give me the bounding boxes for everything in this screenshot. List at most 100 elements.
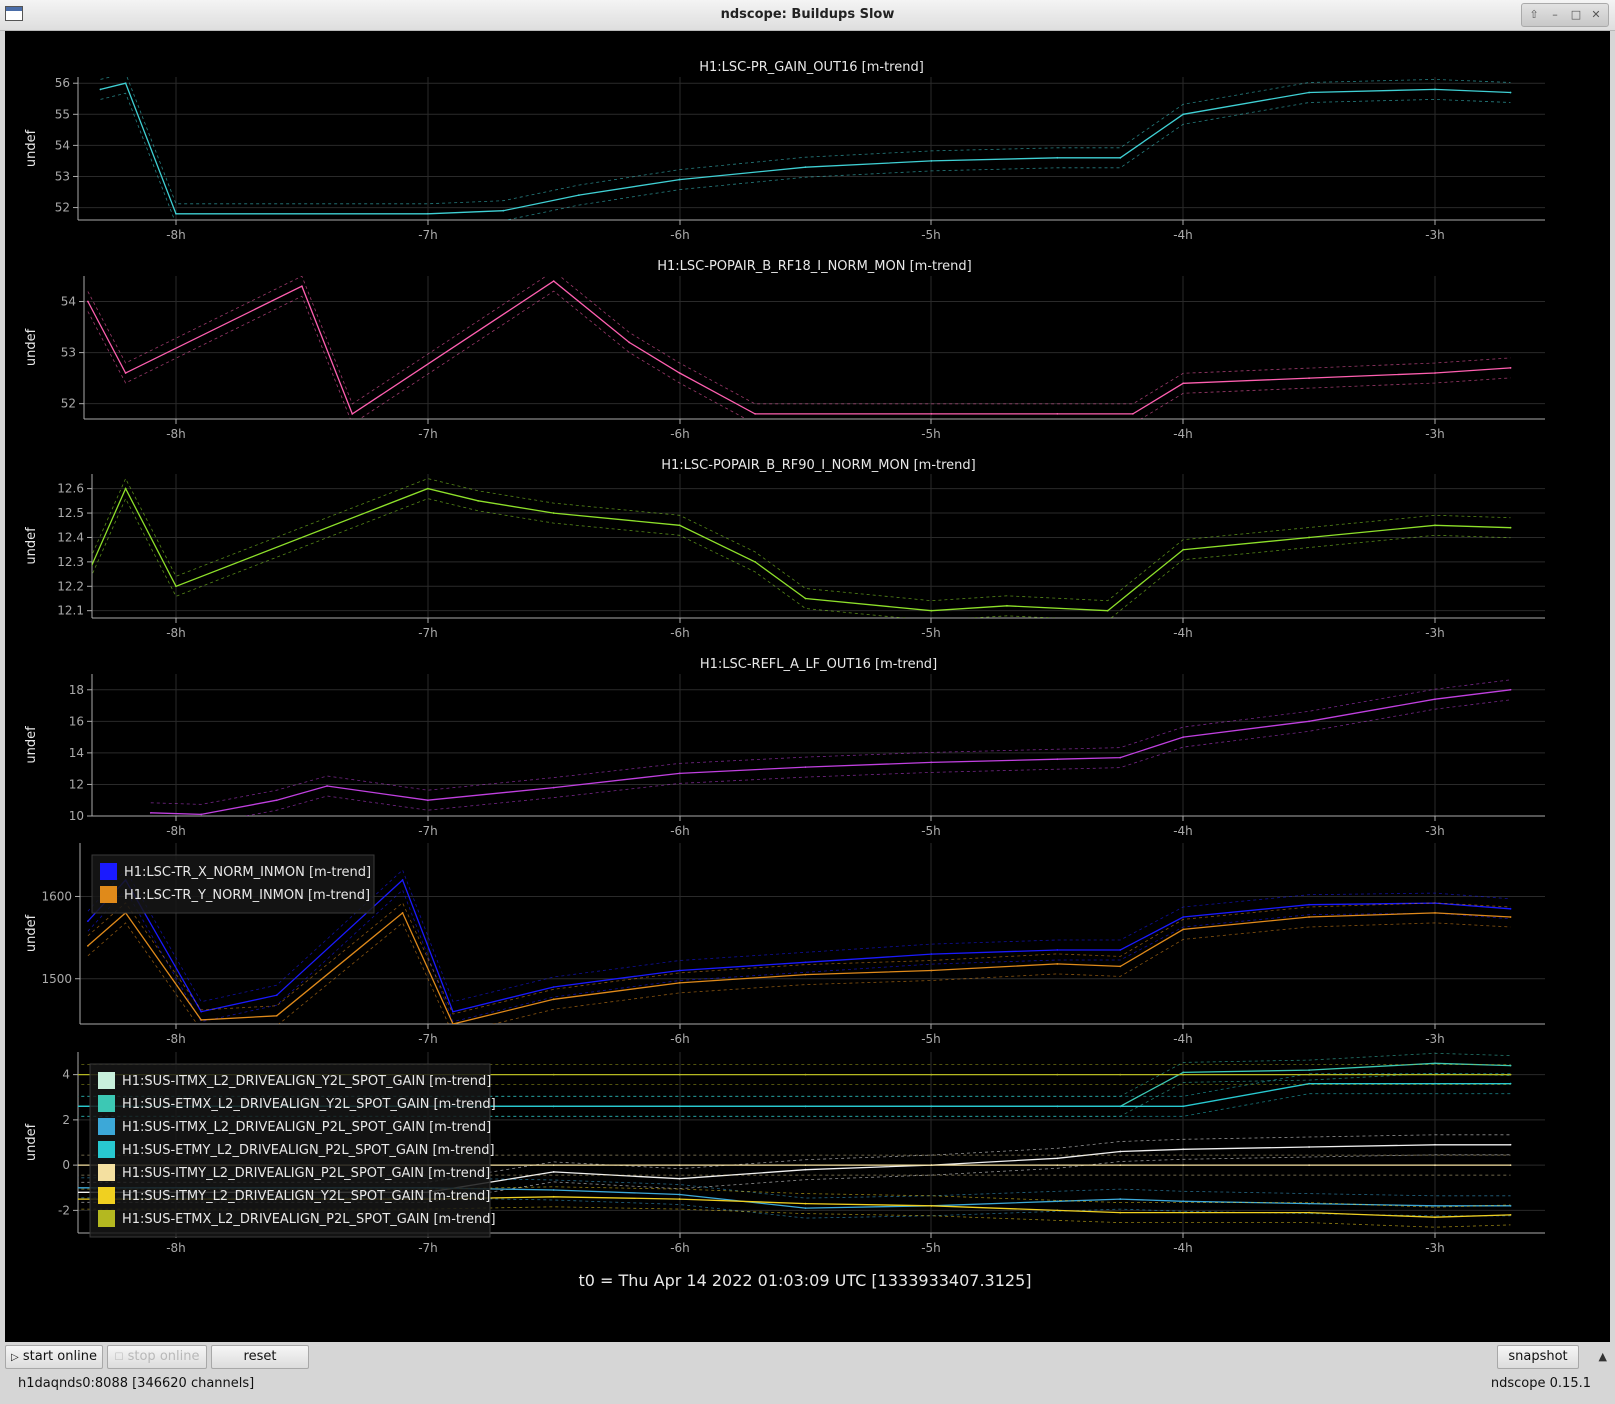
data-point (275, 994, 278, 997)
x-tick-label: -6h (670, 824, 690, 838)
series-group (99, 77, 1512, 220)
data-point (1182, 736, 1185, 739)
data-point (678, 981, 681, 984)
data-point (1106, 609, 1109, 612)
data-point (1308, 720, 1310, 723)
data-point (628, 341, 631, 344)
x-tick-label: -6h (670, 427, 690, 441)
y-axis-label: undef (24, 726, 39, 764)
data-point (87, 573, 89, 575)
data-point (1182, 1164, 1185, 1167)
data-point (930, 412, 933, 415)
series-min-band (100, 92, 1511, 220)
y-tick-label: 12.5 (57, 506, 84, 520)
x-tick-label: -4h (1173, 1241, 1193, 1255)
y-axis-label: undef (24, 1123, 39, 1161)
series-line-1 (100, 82, 1511, 215)
data-point (1434, 1204, 1436, 1207)
y-tick-label: 12.4 (57, 530, 84, 544)
data-point (1308, 1146, 1310, 1148)
reset-button[interactable]: reset (211, 1345, 309, 1369)
minimize-icon[interactable]: – (1546, 6, 1564, 24)
legend-label: H1:SUS-ETMX_L2_DRIVEALIGN_P2L_SPOT_GAIN … (122, 1212, 496, 1227)
legend-label: H1:SUS-ETMX_L2_DRIVEALIGN_Y2L_SPOT_GAIN … (122, 1097, 496, 1112)
data-point (477, 499, 480, 502)
x-tick-label: -6h (670, 1241, 690, 1255)
data-point (1119, 756, 1122, 759)
data-point (678, 178, 681, 181)
y-axis-label: undef (24, 914, 39, 952)
data-point (552, 280, 555, 283)
start-online-button[interactable]: ▷ start online (5, 1345, 103, 1369)
y-tick-label: 1500 (41, 972, 72, 986)
data-point (1434, 1164, 1436, 1167)
scope-area[interactable]: H1:LSC-PR_GAIN_OUT16 [m-trend] -8h -7h -6h -… (5, 31, 1610, 1342)
legend-swatch (98, 1118, 115, 1135)
y-tick-label: 53 (55, 169, 70, 183)
data-point (1182, 1200, 1185, 1203)
data-point (1308, 1211, 1310, 1214)
shade-icon[interactable]: ⇧ (1525, 6, 1543, 24)
y-axis-label: undef (24, 527, 39, 565)
series-max-band (92, 477, 1511, 602)
data-point (930, 761, 933, 764)
snapshot-button[interactable]: snapshot (1497, 1345, 1579, 1369)
data-point (200, 1018, 203, 1021)
series-max-band (150, 679, 1511, 805)
data-point (200, 1010, 203, 1013)
data-point (1308, 916, 1310, 918)
x-tick-label: -8h (166, 626, 186, 640)
y-tick-label: -2 (58, 1203, 70, 1217)
data-point (678, 772, 681, 775)
data-point (678, 1073, 681, 1076)
plots-canvas[interactable]: H1:LSC-PR_GAIN_OUT16 [m-trend]-8h -7h -6h -… (5, 31, 1610, 1342)
plot-title: H1:LSC-POPAIR_B_RF90_I_NORM_MON [m-trend… (661, 458, 976, 473)
data-point (1182, 1071, 1185, 1074)
data-point (1182, 1148, 1185, 1151)
series-line-1 (92, 487, 1511, 612)
series-group (86, 276, 1512, 419)
series-min-band (92, 497, 1511, 618)
data-point (930, 609, 933, 612)
data-point (1006, 604, 1008, 607)
data-point (552, 786, 555, 789)
data-point (678, 969, 681, 972)
data-point (930, 1105, 933, 1108)
time-origin-label: t0 = Thu Apr 14 2022 01:03:09 UTC [13339… (578, 1271, 1031, 1290)
data-point (301, 285, 303, 288)
data-point (1308, 91, 1310, 94)
data-point (1509, 1164, 1512, 1167)
close-icon[interactable]: ✕ (1587, 6, 1605, 24)
data-point (1056, 758, 1059, 761)
data-point (678, 1177, 681, 1180)
legend-label: H1:SUS-ITMX_L2_DRIVEALIGN_P2L_SPOT_GAIN … (122, 1120, 491, 1135)
y-tick-label: 52 (55, 201, 70, 215)
maximize-icon[interactable]: □ (1567, 6, 1585, 24)
data-point (1509, 91, 1512, 94)
data-point (678, 1198, 681, 1200)
version-label: ndscope 0.15.1 (1490, 1376, 1591, 1391)
data-point (1056, 156, 1059, 159)
series-group (87, 477, 1512, 618)
collapse-arrow-icon[interactable]: ▲ (1599, 1350, 1607, 1363)
data-point (678, 1164, 681, 1167)
data-point (804, 961, 807, 964)
series-max-band (87, 276, 1511, 405)
plot-panel-4: H1:LSC-REFL_A_LF_OUT16 [m-trend] -8h -7h -6… (24, 657, 1545, 838)
data-point (149, 811, 152, 814)
stop-online-button[interactable]: ☐ stop online (107, 1345, 207, 1369)
y-axis-label: undef (24, 328, 39, 366)
data-point (1182, 1211, 1185, 1214)
data-point (930, 160, 933, 162)
x-tick-label: -8h (166, 1241, 186, 1255)
legend-label: H1:LSC-TR_X_NORM_INMON [m-trend] (124, 865, 371, 880)
data-point (552, 1105, 555, 1108)
y-tick-label: 16 (69, 714, 84, 728)
legend-label: H1:SUS-ITMX_L2_DRIVEALIGN_Y2L_SPOT_GAIN … (122, 1074, 491, 1089)
y-tick-label: 55 (55, 107, 70, 121)
data-point (99, 88, 102, 91)
data-point (552, 1073, 555, 1076)
x-tick-label: -6h (670, 626, 690, 640)
data-point (1182, 1073, 1185, 1076)
data-point (804, 1073, 807, 1076)
